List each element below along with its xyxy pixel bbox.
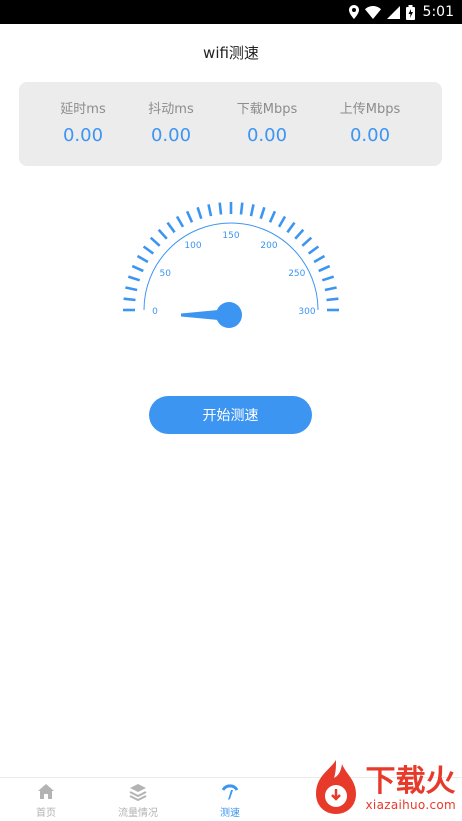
stats-card: 延时ms 0.00 抖动ms 0.00 下载Mbps 0.00 上传Mbps 0…	[19, 82, 442, 166]
gauge-tick	[313, 254, 326, 264]
gauge-tick	[321, 275, 335, 282]
download-stat: 下载Mbps 0.00	[217, 98, 317, 146]
download-label: 下载Mbps	[236, 102, 298, 117]
wifi-icon	[364, 5, 381, 19]
gauge-tick	[196, 206, 203, 220]
watermark-brand: 下载火	[365, 764, 456, 799]
nav-label-speedtest: 测速	[220, 808, 240, 819]
gauge-tick	[277, 215, 287, 228]
needle-hub	[216, 302, 242, 328]
gauge-tick	[318, 264, 331, 273]
jitter-value: 0.00	[150, 125, 192, 146]
latency-value: 0.00	[62, 125, 104, 146]
location-icon	[348, 5, 359, 19]
nav-item-home[interactable]: 首页	[6, 781, 86, 819]
gauge-tick	[259, 206, 266, 220]
signal-icon	[386, 5, 400, 19]
status-time: 5:01	[422, 4, 454, 20]
gauge-scale-label: 300	[298, 307, 315, 317]
gauge-tick	[136, 254, 149, 264]
gauge-tick	[307, 245, 320, 255]
latency-stat: 延时ms 0.00	[33, 98, 133, 146]
status-bar: 5:01	[0, 0, 462, 24]
gauge-tick	[149, 236, 161, 247]
gauge-tick	[123, 297, 136, 302]
gauge-tick	[125, 286, 138, 292]
gauge-tick	[239, 202, 244, 215]
gauge-tick	[249, 204, 255, 217]
nav-label-home: 首页	[36, 808, 56, 819]
gauge-needle	[181, 302, 242, 328]
gauge-tick	[207, 204, 213, 217]
gauge-ticks	[123, 202, 339, 312]
gauge-tick	[286, 221, 296, 234]
jitter-stat: 抖动ms 0.00	[121, 98, 221, 146]
gauge-tick	[175, 215, 185, 228]
gauge-scale-label: 200	[260, 241, 277, 251]
gauge-tick	[185, 210, 194, 223]
watermark: 下载火 xiazaihuo.com	[310, 758, 456, 820]
page-title: wifi测速	[203, 44, 259, 62]
gauge-tick	[142, 245, 155, 255]
gauge-scale-label: 100	[184, 241, 201, 251]
upload-stat: 上传Mbps 0.00	[320, 98, 420, 146]
gauge-tick	[326, 297, 339, 302]
gauge-tick	[131, 264, 144, 273]
latency-label: 延时ms	[60, 102, 106, 117]
nav-item-traffic[interactable]: 流量情况	[98, 781, 178, 819]
gauge-tick	[166, 221, 176, 234]
upload-value: 0.00	[349, 125, 391, 146]
home-icon	[6, 781, 86, 803]
gauge-scale-label: 50	[159, 269, 171, 279]
gauge-scale-label: 0	[152, 307, 158, 317]
gauge-tick	[301, 236, 313, 247]
gauge-tick	[157, 228, 168, 240]
gauge-scale-label: 250	[288, 269, 305, 279]
watermark-url: xiazaihuo.com	[365, 798, 456, 812]
gauge-tick	[127, 275, 141, 282]
gauge-tick	[268, 210, 277, 223]
battery-icon	[405, 4, 415, 20]
upload-label: 上传Mbps	[339, 102, 401, 117]
layers-icon	[98, 781, 178, 803]
download-value: 0.00	[246, 125, 288, 146]
gauge-tick	[324, 286, 337, 292]
nav-label-traffic: 流量情况	[118, 808, 158, 819]
nav-item-speedtest[interactable]: 测速	[190, 781, 270, 819]
watermark-text: 下载火 xiazaihuo.com	[365, 764, 456, 813]
start-speed-test-button[interactable]: 开始测速	[149, 396, 312, 434]
gauge-tick	[294, 228, 305, 240]
jitter-label: 抖动ms	[148, 102, 194, 117]
speed-gauge: 0 50 100 150 200 250 300	[123, 202, 339, 328]
gauge-tick	[218, 202, 223, 215]
gauge-scale-label: 150	[222, 231, 239, 241]
speed-icon	[190, 781, 270, 803]
flame-logo-icon	[310, 758, 362, 820]
